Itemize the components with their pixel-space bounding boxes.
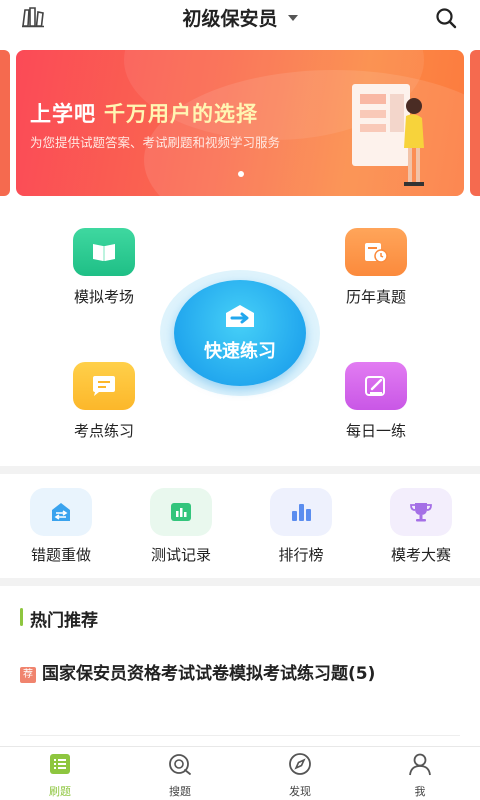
past-papers-label: 历年真题 xyxy=(345,288,406,306)
history-paper-icon xyxy=(345,228,407,276)
daily-practice-button[interactable]: 每日一练 xyxy=(316,362,436,441)
recommended-paper-title: 国家保安员资格考试试卷模拟考试练习题(5) xyxy=(42,664,376,684)
nav-tab-practice[interactable]: 刷题 xyxy=(20,751,100,799)
banner-next-peek xyxy=(470,50,480,196)
daily-practice-label: 每日一练 xyxy=(345,422,406,440)
past-papers-button[interactable]: 历年真题 xyxy=(316,228,436,307)
carousel-indicator-dot xyxy=(238,171,244,177)
bottom-navigation: 刷题 搜题 发现 我 xyxy=(0,746,480,800)
edit-icon xyxy=(345,362,407,410)
ranking-icon xyxy=(270,488,332,536)
tools-row: 错题重做 测试记录 排行榜 模考大赛 xyxy=(0,474,480,578)
exam-selector[interactable]: 初级保安员 xyxy=(0,4,480,31)
mock-contest-button[interactable]: 模考大赛 xyxy=(366,488,476,565)
mock-exam-button[interactable]: 模拟考场 xyxy=(44,228,164,307)
user-icon xyxy=(409,753,431,776)
book-icon xyxy=(73,228,135,276)
list-divider xyxy=(20,735,460,736)
tool-label: 模考大赛 xyxy=(390,546,451,564)
recommended-paper-item[interactable]: 荐国家保安员资格考试试卷模拟考试练习题(5) xyxy=(20,658,460,690)
point-practice-button[interactable]: 考点练习 xyxy=(44,362,164,441)
practice-grid: 模拟考场 历年真题 快速练习 考点练习 每日一练 xyxy=(0,200,480,466)
banner-carousel[interactable]: 上学吧 千万用户的选择 为您提供试题答案、考试刷题和视频学习服务 xyxy=(0,50,480,200)
test-records-button[interactable]: 测试记录 xyxy=(126,488,236,565)
nav-tab-me[interactable]: 我 xyxy=(380,751,460,799)
banner-brand: 上学吧 xyxy=(30,102,96,126)
message-icon xyxy=(73,362,135,410)
chevron-down-icon xyxy=(287,14,298,21)
nav-label-search-questions: 搜题 xyxy=(169,785,191,798)
tool-label: 错题重做 xyxy=(30,546,91,564)
nav-label-me: 我 xyxy=(414,785,426,798)
banner-prev-peek xyxy=(0,50,10,196)
tool-label: 排行榜 xyxy=(278,546,324,564)
nav-tab-search-questions[interactable]: 搜题 xyxy=(140,751,220,799)
search-question-icon xyxy=(169,754,191,775)
recommend-badge: 荐 xyxy=(20,667,36,683)
top-bar: 初级保安员 xyxy=(0,0,480,40)
practice-icon xyxy=(50,754,70,774)
ranking-button[interactable]: 排行榜 xyxy=(246,488,356,565)
nav-label-practice: 刷题 xyxy=(49,785,71,798)
mock-exam-label: 模拟考场 xyxy=(73,288,134,306)
exam-title: 初级保安员 xyxy=(182,8,278,30)
envelope-arrow-icon xyxy=(226,305,254,327)
section-divider xyxy=(0,466,480,474)
study-illustration xyxy=(352,84,424,186)
chart-icon xyxy=(150,488,212,536)
wrong-questions-redo-button[interactable]: 错题重做 xyxy=(6,488,116,565)
compass-icon xyxy=(289,753,311,775)
trophy-icon xyxy=(390,488,452,536)
quick-practice-button[interactable]: 快速练习 xyxy=(160,270,320,396)
section-divider xyxy=(0,578,480,586)
redo-icon xyxy=(30,488,92,536)
point-practice-label: 考点练习 xyxy=(73,422,134,440)
nav-label-discover: 发现 xyxy=(289,785,311,798)
banner-subtitle: 为您提供试题答案、考试刷题和视频学习服务 xyxy=(30,135,281,150)
tool-label: 测试记录 xyxy=(150,546,211,564)
nav-tab-discover[interactable]: 发现 xyxy=(260,751,340,799)
quick-practice-label: 快速练习 xyxy=(204,341,276,362)
hot-section-title: 热门推荐 xyxy=(20,606,98,631)
banner-slide[interactable]: 上学吧 千万用户的选择 为您提供试题答案、考试刷题和视频学习服务 xyxy=(16,50,464,196)
banner-slogan: 千万用户的选择 xyxy=(104,102,258,126)
banner-headline: 上学吧 千万用户的选择 xyxy=(30,98,258,128)
search-icon[interactable] xyxy=(434,6,458,30)
